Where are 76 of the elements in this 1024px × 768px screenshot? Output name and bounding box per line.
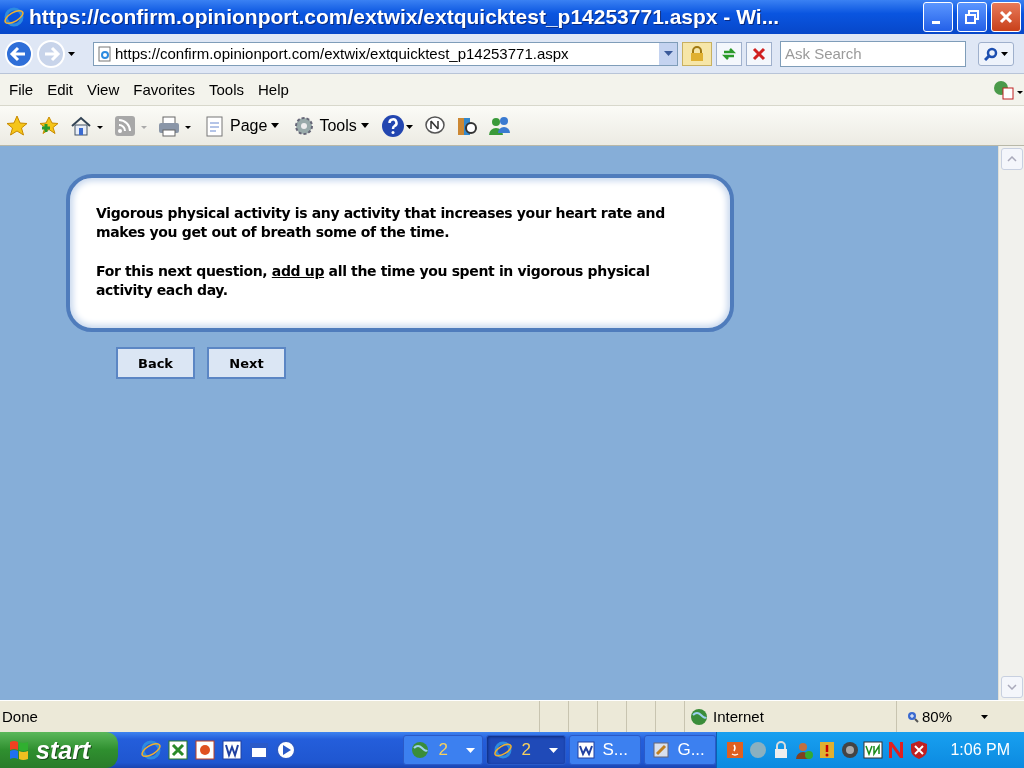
- menu-item[interactable]: Help: [251, 78, 296, 101]
- globe-icon: [410, 740, 431, 760]
- presentation-launch-icon[interactable]: [194, 739, 217, 761]
- document-launch-icon[interactable]: [221, 739, 244, 761]
- search-button[interactable]: [978, 41, 1014, 66]
- print-menu-icon[interactable]: [158, 114, 192, 137]
- media-player-icon[interactable]: [275, 739, 298, 761]
- start-button[interactable]: start: [0, 732, 119, 768]
- zoom-icon: [907, 710, 919, 723]
- page-menu[interactable]: Page: [202, 114, 282, 137]
- speaker-tray-icon[interactable]: [840, 740, 861, 760]
- menu-item[interactable]: File: [2, 78, 41, 101]
- menu-item[interactable]: Tools: [201, 78, 251, 101]
- ie-launch-icon[interactable]: [140, 739, 163, 761]
- stop-button[interactable]: [746, 41, 772, 66]
- add-favorite-icon[interactable]: [38, 114, 60, 137]
- spreadsheet-launch-icon[interactable]: [167, 739, 190, 761]
- clock: 1:06 PM: [950, 741, 1010, 759]
- ie-logo-icon: [493, 740, 514, 760]
- url-text: https://confirm.opinionport.com/extwix/extquicktest_p14253771.aspx: [115, 45, 570, 62]
- home-menu-icon[interactable]: [70, 114, 104, 137]
- back-button[interactable]: Back: [116, 347, 195, 379]
- people-icon[interactable]: [487, 114, 512, 137]
- status-text: Done: [2, 708, 38, 725]
- ie-logo-icon: [3, 6, 25, 28]
- favorites-star-icon[interactable]: [6, 114, 28, 137]
- caret-icon: [271, 123, 280, 128]
- globe-icon: [689, 706, 709, 727]
- refresh-button[interactable]: [716, 41, 742, 66]
- search-field[interactable]: Ask Search: [780, 40, 966, 67]
- page-icon: [204, 114, 226, 137]
- minimize-icon: [931, 21, 940, 24]
- back-button[interactable]: [4, 38, 34, 69]
- menu-item[interactable]: Edit: [40, 78, 81, 101]
- page-icon: [97, 45, 112, 62]
- address-field[interactable]: https://confirm.opinionport.com/extwix/extquicktest_p14253771.aspx: [93, 41, 678, 66]
- caret-icon: [663, 50, 673, 57]
- zone-text: Internet: [713, 708, 764, 725]
- vnc-tray-icon[interactable]: [863, 740, 884, 760]
- chevron-up-icon: [1007, 156, 1017, 162]
- next-button[interactable]: Next: [207, 347, 286, 379]
- chevron-down-icon: [1007, 684, 1017, 690]
- gear-icon: [293, 114, 316, 137]
- restore-icon: [964, 9, 980, 25]
- shield-tray-icon[interactable]: [909, 740, 930, 760]
- caret-icon: [360, 123, 369, 128]
- document-icon: [576, 740, 597, 760]
- stop-icon: [752, 46, 766, 61]
- task-button[interactable]: G...: [644, 735, 717, 765]
- caret-icon[interactable]: [68, 51, 75, 56]
- task-button[interactable]: S...: [569, 735, 642, 765]
- java-tray-icon[interactable]: [725, 740, 746, 760]
- caret-icon: [548, 747, 558, 753]
- instruction-text: For this next question, add up all the time you spent in vigorous physical activity each day.: [96, 262, 651, 300]
- refresh-icon: [721, 45, 737, 62]
- search-icon: [984, 46, 998, 61]
- help-menu-icon[interactable]: [380, 113, 414, 138]
- lock-icon: [682, 41, 712, 66]
- translate-icon[interactable]: [992, 78, 1024, 101]
- caret-icon: [981, 714, 989, 719]
- menu-item[interactable]: Favorites: [126, 78, 202, 101]
- caret-icon: [465, 747, 475, 753]
- window-title: https://confirm.opinionport.com/extwix/extquicktest_p14253771.aspx - Wi...: [29, 5, 781, 29]
- tools-menu[interactable]: Tools: [291, 114, 371, 137]
- caret-icon: [1001, 51, 1008, 56]
- close-button[interactable]: [991, 2, 1021, 32]
- windows-logo-icon: [8, 738, 30, 762]
- task-group-button[interactable]: 2: [486, 735, 567, 765]
- minimize-button[interactable]: [923, 2, 953, 32]
- user-tray-icon[interactable]: [794, 740, 815, 760]
- instruction-text: Vigorous physical activity is any activity that increases your heart rate and makes you get out of breath some of the time.: [96, 204, 666, 242]
- close-icon: [998, 9, 1014, 25]
- paint-icon: [651, 740, 672, 760]
- maximize-button[interactable]: [957, 2, 987, 32]
- menu-item[interactable]: View: [80, 78, 127, 101]
- dropdown-button[interactable]: [659, 42, 677, 65]
